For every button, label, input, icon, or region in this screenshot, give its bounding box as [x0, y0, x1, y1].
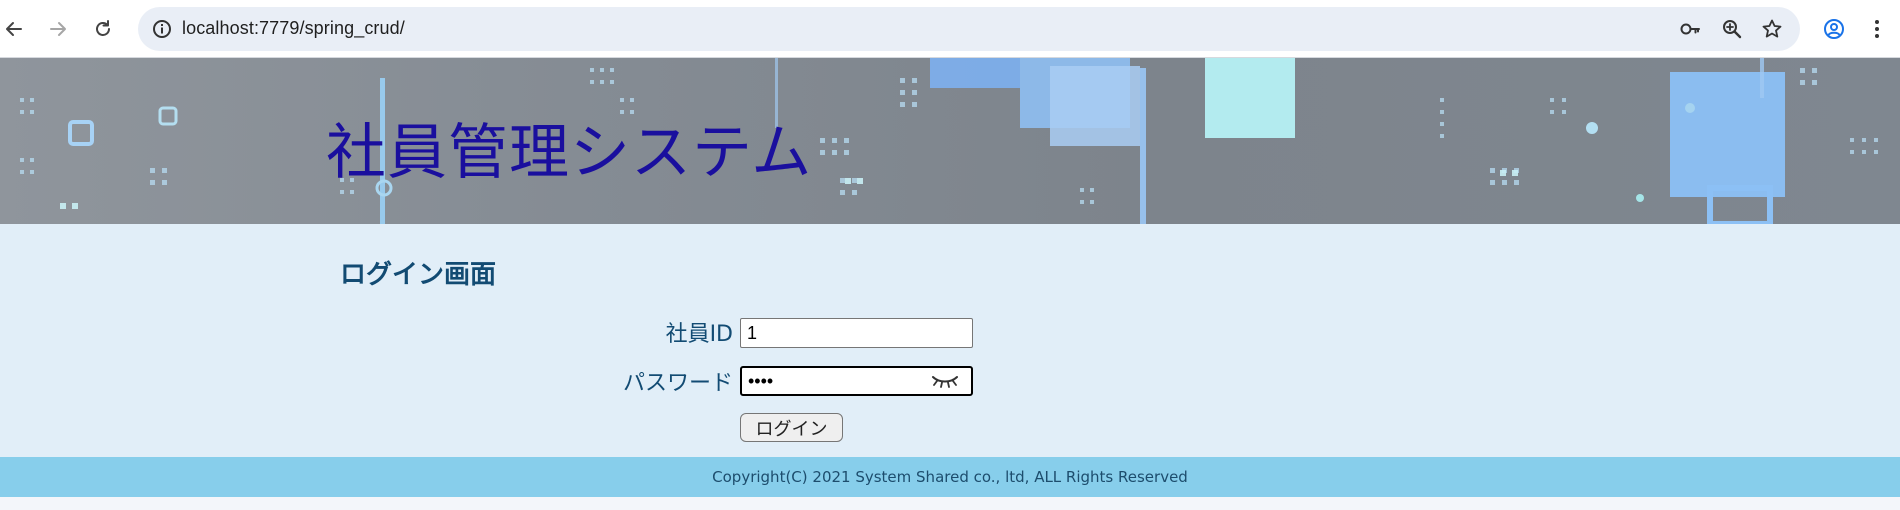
info-icon[interactable]	[150, 17, 174, 41]
profile-icon	[1824, 19, 1844, 39]
kebab-menu-icon	[1875, 20, 1879, 38]
header-banner: 社員管理システム	[0, 58, 1900, 224]
employee-id-input[interactable]	[740, 318, 973, 348]
login-section: ログイン画面 社員ID パスワード ログイン	[0, 224, 1900, 457]
page-bottom	[0, 497, 1900, 510]
profile-button[interactable]	[1818, 13, 1850, 45]
star-icon[interactable]	[1760, 17, 1784, 41]
key-icon[interactable]	[1678, 17, 1702, 41]
forward-button[interactable]	[40, 11, 76, 47]
password-label: パスワード	[622, 371, 733, 396]
page-title: ログイン画面	[340, 260, 497, 290]
address-bar[interactable]: localhost:7779/spring_crud/	[138, 7, 1800, 51]
password-visibility-toggle[interactable]	[930, 372, 960, 390]
arrow-right-icon	[50, 22, 66, 36]
arrow-left-icon	[6, 22, 22, 36]
footer: Copyright(C) 2021 System Shared co., ltd…	[0, 457, 1900, 497]
eye-closed-icon	[932, 376, 958, 388]
url-text[interactable]: localhost:7779/spring_crud/	[182, 18, 405, 39]
browser-toolbar: localhost:7779/spring_crud/	[0, 0, 1900, 58]
browser-menu-button[interactable]	[1861, 13, 1893, 45]
reload-button[interactable]	[85, 11, 121, 47]
reload-icon	[96, 20, 110, 36]
zoom-icon[interactable]	[1720, 17, 1744, 41]
circuit-background-image	[20, 58, 1878, 224]
system-title: 社員管理システム	[326, 118, 813, 188]
employee-id-label: 社員ID	[665, 322, 733, 347]
back-button[interactable]	[0, 11, 32, 47]
copyright-text: Copyright(C) 2021 System Shared co., ltd…	[712, 468, 1188, 486]
login-button[interactable]: ログイン	[740, 413, 843, 442]
